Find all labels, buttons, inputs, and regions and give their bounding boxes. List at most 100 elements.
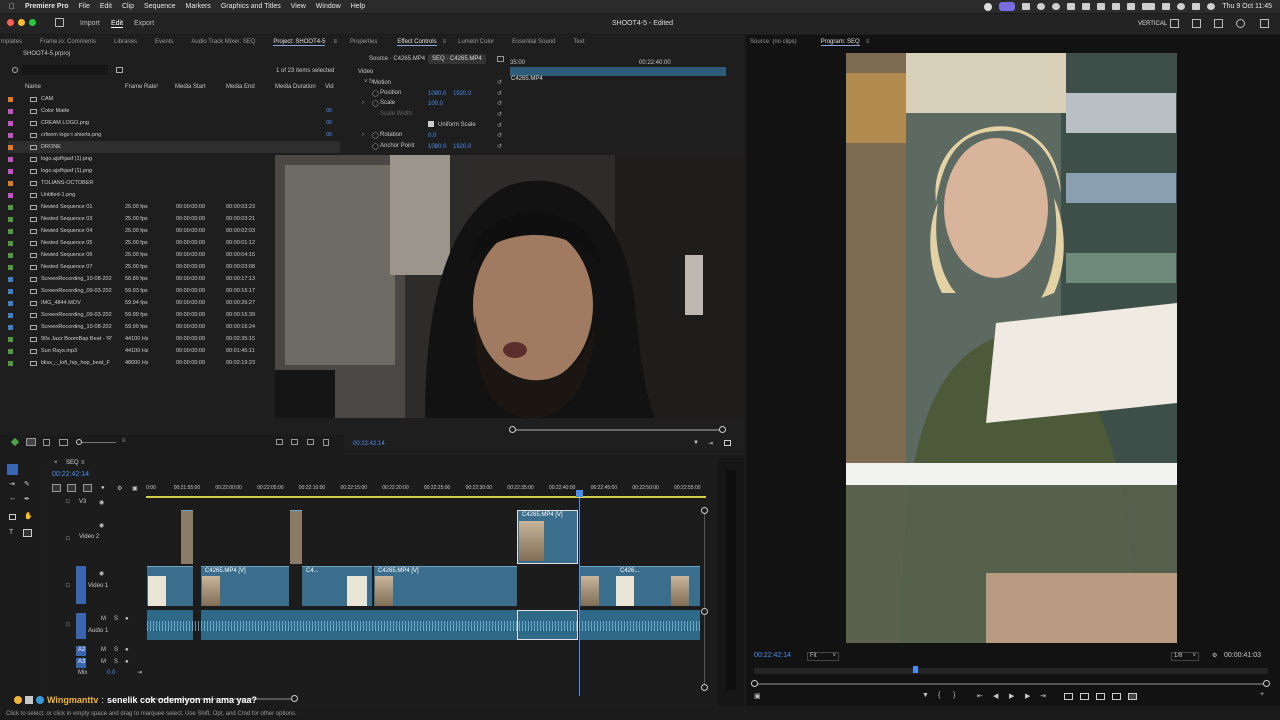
bluetooth-icon[interactable]: [1127, 3, 1136, 10]
tab-essential-sound[interactable]: Essential Sound: [512, 39, 555, 45]
tab-program[interactable]: Program: SEQ: [820, 39, 860, 46]
hscroll-handle[interactable]: [291, 695, 298, 702]
a1-target[interactable]: [76, 613, 86, 639]
add-button-icon[interactable]: +: [1260, 691, 1264, 698]
v3-lock-icon[interactable]: □: [66, 499, 70, 505]
menu-markers[interactable]: Markers: [186, 3, 211, 10]
v2-clip-main[interactable]: C4265.MP4 [V]: [517, 510, 578, 564]
tab-effect-controls[interactable]: Effect Controls: [397, 39, 437, 46]
program-scrub-bar[interactable]: [754, 668, 1268, 674]
search-icon[interactable]: [12, 67, 18, 73]
expand-icon[interactable]: [1260, 19, 1269, 28]
vscroll-bottom-handle[interactable]: [701, 684, 708, 691]
timeline-settings-icon[interactable]: ⚙: [117, 485, 122, 492]
program-playhead[interactable]: [913, 666, 918, 673]
project-item-row[interactable]: crfeem logo t shierts.png 00: [8, 129, 340, 141]
tab-events[interactable]: Events: [155, 39, 173, 45]
a1-mute[interactable]: M: [101, 616, 106, 622]
v2-lock-icon[interactable]: □: [66, 536, 70, 542]
a3-mute[interactable]: M: [101, 659, 106, 665]
v1-eye-icon[interactable]: ◉: [99, 570, 104, 577]
bin-icon[interactable]: [116, 67, 123, 73]
a2-mute[interactable]: M: [101, 647, 106, 653]
new-bin-icon[interactable]: [291, 439, 298, 445]
tab-text[interactable]: Text: [574, 39, 585, 45]
workspace-icon[interactable]: [1170, 19, 1179, 28]
zoom-slider[interactable]: [78, 442, 116, 443]
a2-mic-icon[interactable]: ●: [125, 647, 129, 653]
display-icon[interactable]: [1067, 3, 1076, 10]
tab-libraries[interactable]: Libraries: [114, 39, 137, 45]
work-area-bar[interactable]: [146, 496, 706, 498]
caption-tool-icon[interactable]: [23, 529, 32, 537]
ec-timecode[interactable]: 00:22:42:14: [353, 441, 385, 447]
uniform-reset-icon[interactable]: ↺: [497, 122, 502, 129]
scale-toggle-icon[interactable]: ◯: [372, 100, 379, 107]
zoom-right-handle[interactable]: [1263, 680, 1270, 687]
menu-graphics[interactable]: Graphics and Titles: [221, 3, 281, 10]
tab-audio-mixer[interactable]: Audio Track Mixer: SEQ: [191, 39, 255, 45]
col-media-start[interactable]: Media Start: [175, 84, 206, 90]
track-select-tool-icon[interactable]: ⇥: [9, 480, 15, 488]
tab-frameio[interactable]: Frame.io: Comments: [40, 39, 96, 45]
wrench-icon[interactable]: ⚙: [1212, 652, 1217, 659]
a1-lock-icon[interactable]: □: [66, 622, 70, 628]
vscroll-top-handle[interactable]: [701, 507, 708, 514]
v1-lock-icon[interactable]: □: [66, 583, 70, 589]
comparison-icon[interactable]: [1112, 693, 1121, 700]
extract-icon[interactable]: [1080, 693, 1089, 700]
nest-icon[interactable]: [52, 484, 61, 492]
scale-expand-icon[interactable]: ›: [362, 100, 364, 106]
pencil-icon[interactable]: [10, 437, 20, 447]
uniform-scale-checkbox[interactable]: [428, 121, 434, 127]
time-ruler[interactable]: 0:00 00:21:55:00 00:22:00:00 00:22:05:00 00:…: [146, 484, 706, 496]
rotation-reset-icon[interactable]: ↺: [497, 132, 502, 139]
timeline-vscroll[interactable]: [704, 510, 705, 688]
mix-end-icon[interactable]: ⇥: [137, 669, 142, 676]
col-video[interactable]: Vid: [325, 84, 334, 90]
menu-sequence[interactable]: Sequence: [144, 3, 176, 10]
anchor-x-value[interactable]: 1080.0: [428, 144, 446, 150]
status-icon[interactable]: [984, 2, 993, 11]
close-window-button[interactable]: [7, 19, 14, 26]
anchor-reset-icon[interactable]: ↺: [497, 143, 502, 150]
export-frame-icon[interactable]: [1096, 693, 1105, 700]
seq-clip-tab[interactable]: SEQ · C4265.MP4: [428, 54, 486, 64]
v3-eye-icon[interactable]: ◉: [99, 499, 104, 506]
source-clip-tab[interactable]: Source · C4265.MP4: [369, 56, 425, 62]
v1-target[interactable]: [76, 566, 86, 604]
tab-project[interactable]: Project: SHOOT4-5: [273, 39, 326, 46]
app-menu[interactable]: Premiere Pro: [25, 3, 69, 10]
project-item-row[interactable]: CREAM LOGO.png 00: [8, 117, 340, 129]
workspace-label[interactable]: VERTICAL: [1138, 21, 1167, 27]
ripple-tool-icon[interactable]: ↔: [9, 495, 16, 502]
stream-icon[interactable]: [1082, 3, 1091, 10]
rotation-expand-icon[interactable]: ›: [362, 132, 364, 138]
ec-settings-icon[interactable]: [724, 440, 731, 446]
sort-icon[interactable]: ≡: [122, 438, 126, 444]
fit-dropdown[interactable]: Fit ˅: [807, 652, 839, 661]
menu-file[interactable]: File: [79, 3, 90, 10]
mark-in-icon[interactable]: {: [938, 692, 940, 699]
anchor-y-value[interactable]: 1920.0: [453, 144, 471, 150]
hand-tool-icon[interactable]: ✋: [24, 512, 33, 520]
rect-tool-icon[interactable]: [9, 514, 16, 520]
add-marker-icon[interactable]: ●: [101, 485, 105, 491]
automate-icon[interactable]: [276, 439, 283, 445]
v1-clip-d[interactable]: C4265.MP4 [V]: [374, 566, 517, 606]
home-icon[interactable]: [55, 18, 64, 27]
profile-icon[interactable]: [999, 2, 1016, 11]
freeform-view-icon[interactable]: [59, 439, 68, 446]
step-back-icon[interactable]: ◀: [993, 692, 998, 700]
nav-import[interactable]: Import: [80, 20, 100, 27]
rotation-toggle-icon[interactable]: ◯: [372, 132, 379, 139]
razor-tool-icon[interactable]: ✎: [24, 480, 30, 488]
safe-margins-icon[interactable]: [1128, 693, 1137, 700]
step-forward-icon[interactable]: ▶: [1025, 692, 1030, 700]
menu-help[interactable]: Help: [351, 3, 365, 10]
minimize-window-button[interactable]: [18, 19, 25, 26]
close-seq-icon[interactable]: ×: [54, 460, 58, 466]
nav-edit[interactable]: Edit: [111, 20, 124, 28]
program-timecode[interactable]: 00:22:42:14: [754, 652, 791, 659]
icon-view-icon[interactable]: [43, 439, 50, 446]
